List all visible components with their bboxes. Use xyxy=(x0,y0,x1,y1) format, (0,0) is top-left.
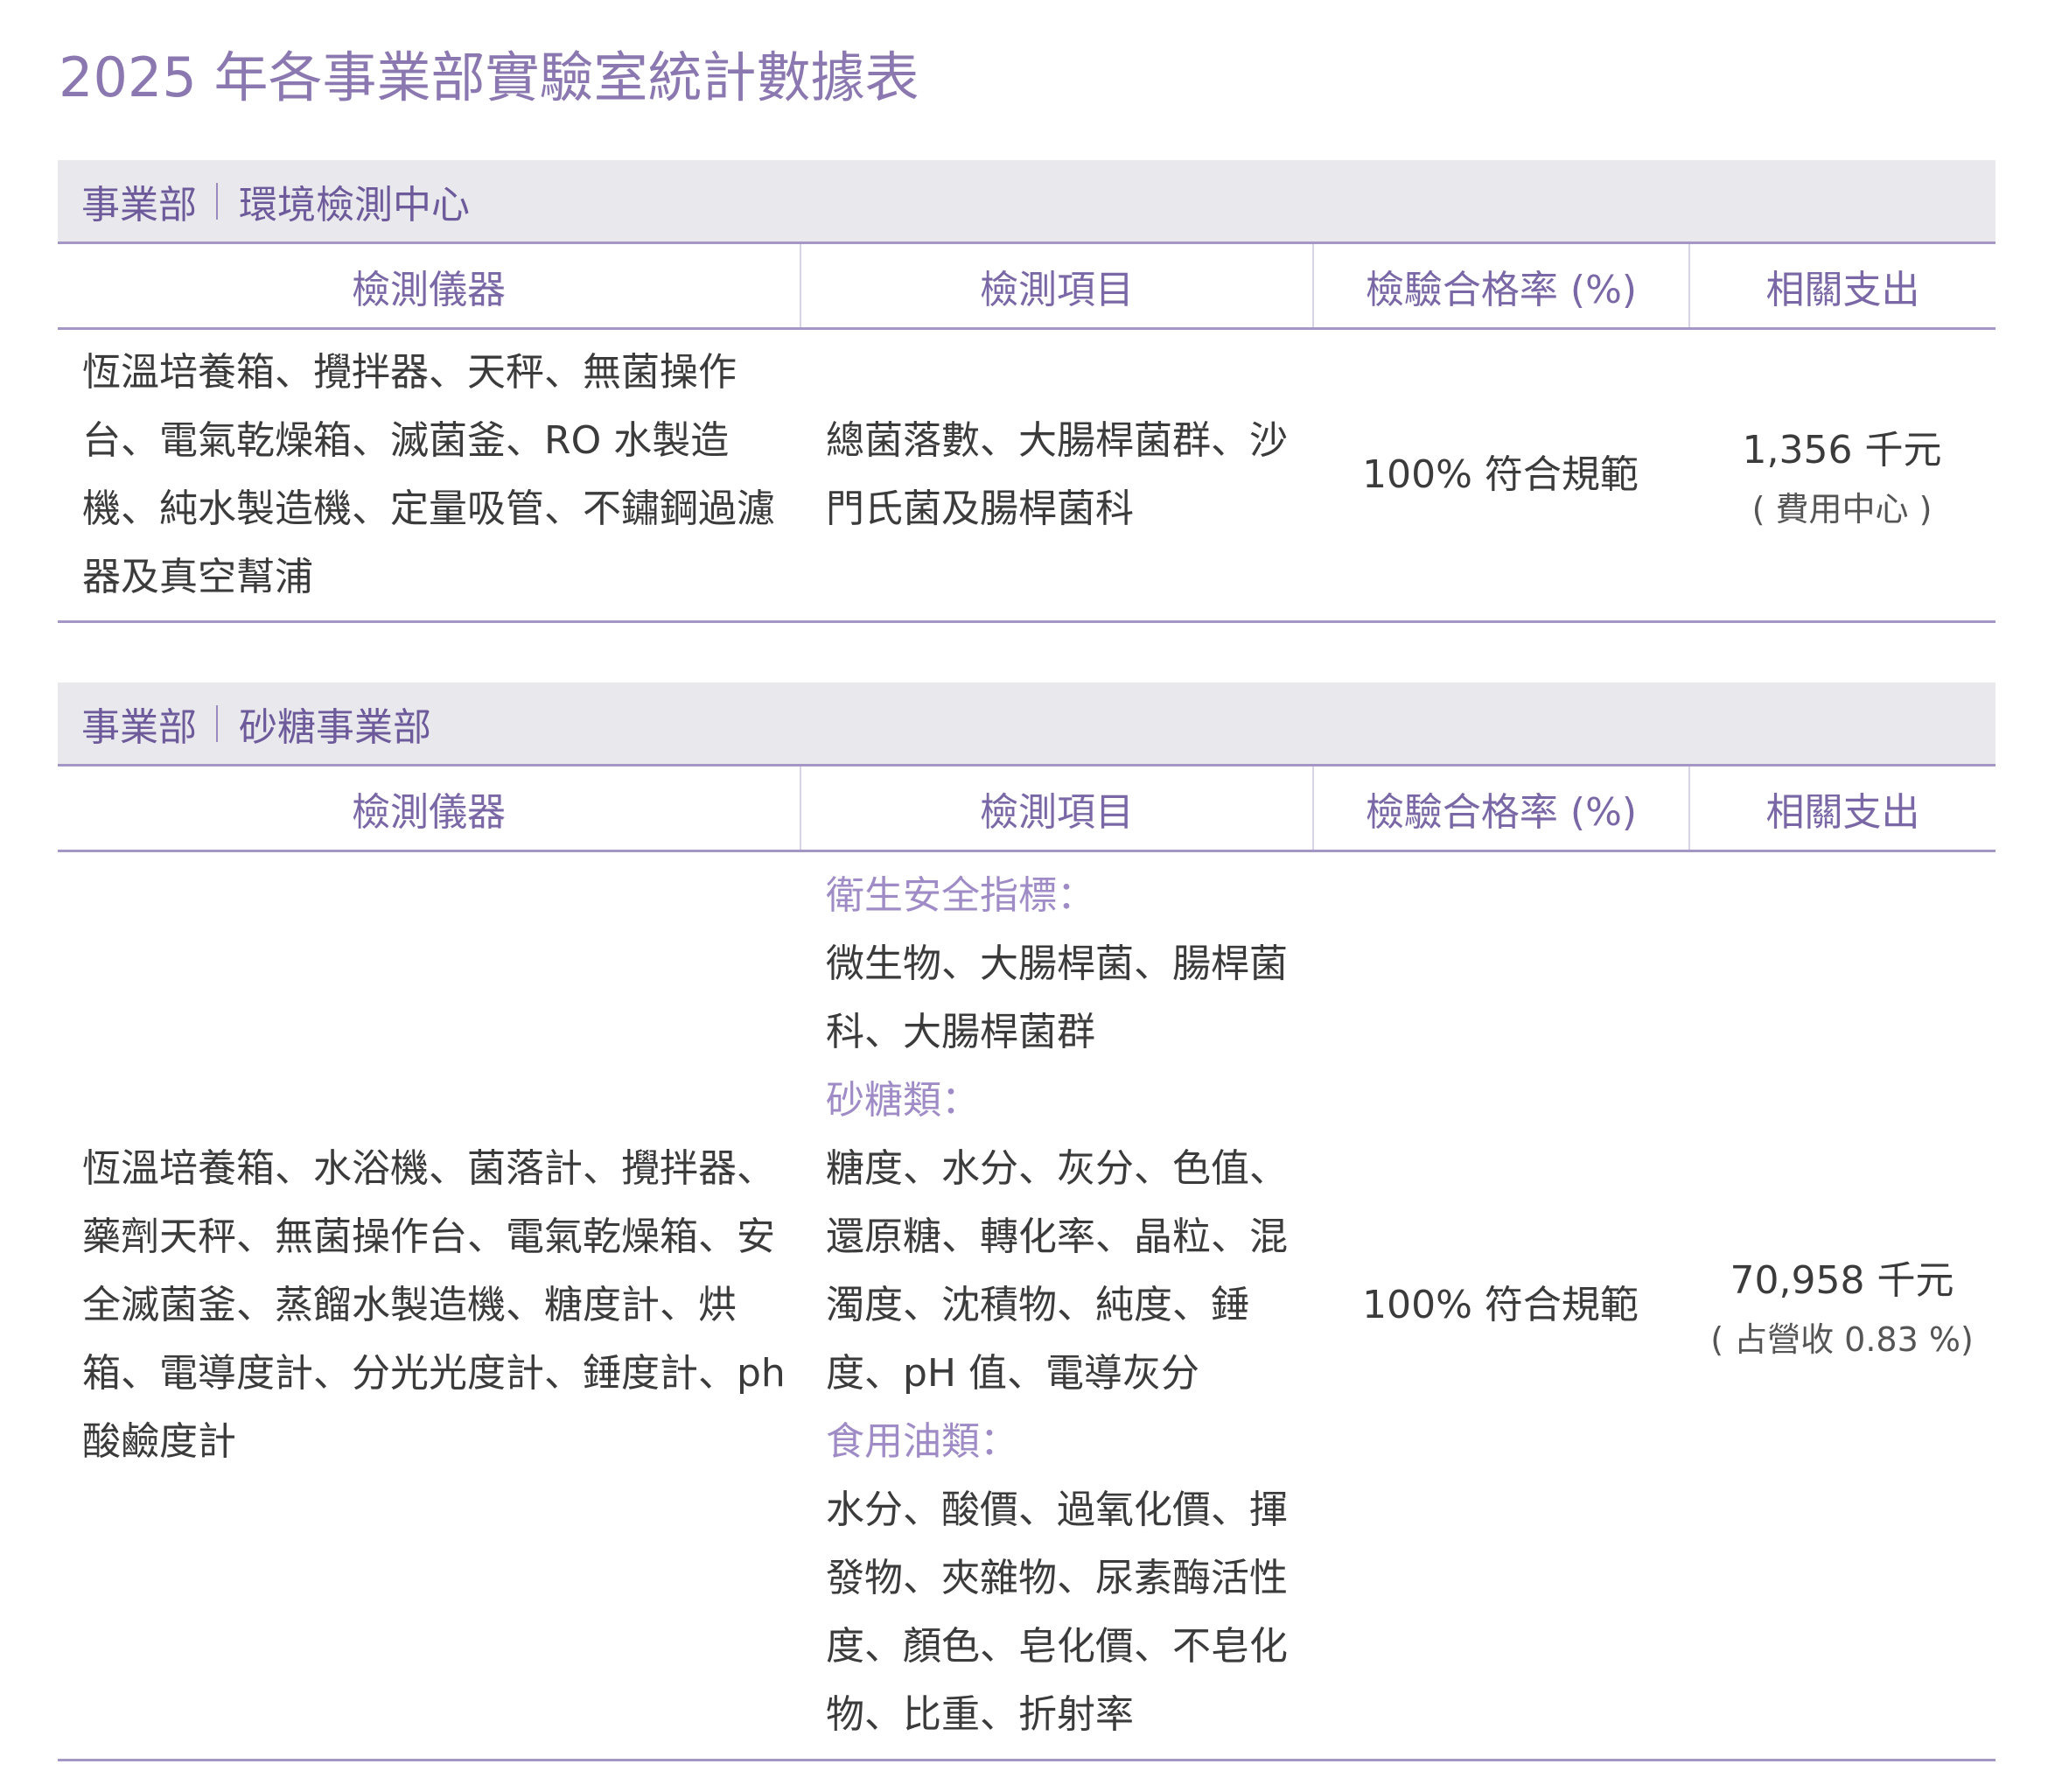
page-title: 2025 年各事業部實驗室統計數據表 xyxy=(59,46,919,109)
category-label-edible-oil: 食用油類： xyxy=(826,1419,1018,1464)
dept-table-sugar: 事業部 砂糖事業部 檢測儀器 檢測項目 檢驗合格率 (%) 相關支出 恆溫培養箱… xyxy=(58,682,1996,1761)
dept-prefix: 事業部 xyxy=(81,182,197,228)
test-items-text: 總菌落數、大腸桿菌群、沙門氏菌及腸桿菌科 xyxy=(826,418,1288,531)
expense-cell: 70,958 千元 ( 占營收 0.83 %) xyxy=(1688,852,1996,1759)
dept-header-bar: 事業部 環境檢測中心 xyxy=(58,160,1996,244)
test-items-cell: 總菌落數、大腸桿菌群、沙門氏菌及腸桿菌科 xyxy=(800,330,1312,620)
page: 2025 年各事業部實驗室統計數據表 事業部 環境檢測中心 檢測儀器 檢測項目 … xyxy=(0,0,2055,1792)
pass-rate-cell: 100% 符合規範 xyxy=(1312,852,1688,1759)
dept-prefix: 事業部 xyxy=(81,704,197,750)
category-items-sugar: 糖度、水分、灰分、色值、還原糖、轉化率、晶粒、混濁度、沈積物、純度、錘度、pH … xyxy=(826,1146,1288,1396)
column-header-test-items: 檢測項目 xyxy=(800,244,1312,327)
column-header-instruments: 檢測儀器 xyxy=(352,267,506,312)
dept-separator xyxy=(216,704,218,742)
dept-header-bar: 事業部 砂糖事業部 xyxy=(58,682,1996,766)
category-label-hygiene: 衛生安全指標： xyxy=(826,873,1095,918)
instruments-text: 恆溫培養箱、水浴機、菌落計、攪拌器、藥劑天秤、無菌操作台、電氣乾燥箱、安全滅菌釜… xyxy=(82,1146,786,1464)
table-row: 恆溫培養箱、水浴機、菌落計、攪拌器、藥劑天秤、無菌操作台、電氣乾燥箱、安全滅菌釜… xyxy=(58,852,1996,1761)
dept-name: 環境檢測中心 xyxy=(239,182,470,228)
expense-cell: 1,356 千元 ( 費用中心 ) xyxy=(1688,330,1996,620)
expense-amount: 1,356 千元 xyxy=(1742,428,1942,472)
column-header-row: 檢測儀器 檢測項目 檢驗合格率 (%) 相關支出 xyxy=(58,766,1996,852)
instruments-cell: 恆溫培養箱、攪拌器、天秤、無菌操作台、電氣乾燥箱、滅菌釜、RO 水製造機、純水製… xyxy=(58,330,800,620)
test-items-list: 衛生安全指標： 微生物、大腸桿菌、腸桿菌科、大腸桿菌群 砂糖類： 糖度、水分、灰… xyxy=(826,862,1304,1749)
column-header-test-items: 檢測項目 xyxy=(800,766,1312,850)
column-header-expense: 相關支出 xyxy=(1688,766,1996,850)
pass-rate-cell: 100% 符合規範 xyxy=(1312,330,1688,620)
column-header-pass-rate: 檢驗合格率 (%) xyxy=(1312,244,1688,327)
table-row: 恆溫培養箱、攪拌器、天秤、無菌操作台、電氣乾燥箱、滅菌釜、RO 水製造機、純水製… xyxy=(58,330,1996,623)
column-header-instruments: 檢測儀器 xyxy=(352,789,506,835)
pass-rate-text: 100% 符合規範 xyxy=(1362,452,1639,497)
column-header-expense: 相關支出 xyxy=(1688,244,1996,327)
dept-name: 砂糖事業部 xyxy=(239,704,431,750)
category-items-edible-oil: 水分、酸價、過氧化價、揮發物、夾雜物、尿素酶活性度、顏色、皂化價、不皂化物、比重… xyxy=(826,1488,1288,1737)
category-label-sugar: 砂糖類： xyxy=(826,1078,980,1123)
test-items-cell: 衛生安全指標： 微生物、大腸桿菌、腸桿菌科、大腸桿菌群 砂糖類： 糖度、水分、灰… xyxy=(800,852,1312,1759)
pass-rate-text: 100% 符合規範 xyxy=(1362,1283,1639,1327)
dept-separator xyxy=(216,182,218,220)
dept-table-environment: 事業部 環境檢測中心 檢測儀器 檢測項目 檢驗合格率 (%) 相關支出 恆溫培養… xyxy=(58,160,1996,623)
expense-amount: 70,958 千元 xyxy=(1730,1258,1954,1303)
column-header-pass-rate: 檢驗合格率 (%) xyxy=(1312,766,1688,850)
column-header-row: 檢測儀器 檢測項目 檢驗合格率 (%) 相關支出 xyxy=(58,244,1996,330)
expense-note: ( 費用中心 ) xyxy=(1751,490,1933,528)
category-items-hygiene: 微生物、大腸桿菌、腸桿菌科、大腸桿菌群 xyxy=(826,942,1288,1054)
instruments-cell: 恆溫培養箱、水浴機、菌落計、攪拌器、藥劑天秤、無菌操作台、電氣乾燥箱、安全滅菌釜… xyxy=(58,852,800,1759)
instruments-text: 恆溫培養箱、攪拌器、天秤、無菌操作台、電氣乾燥箱、滅菌釜、RO 水製造機、純水製… xyxy=(82,350,775,599)
expense-note: ( 占營收 0.83 %) xyxy=(1710,1320,1974,1359)
